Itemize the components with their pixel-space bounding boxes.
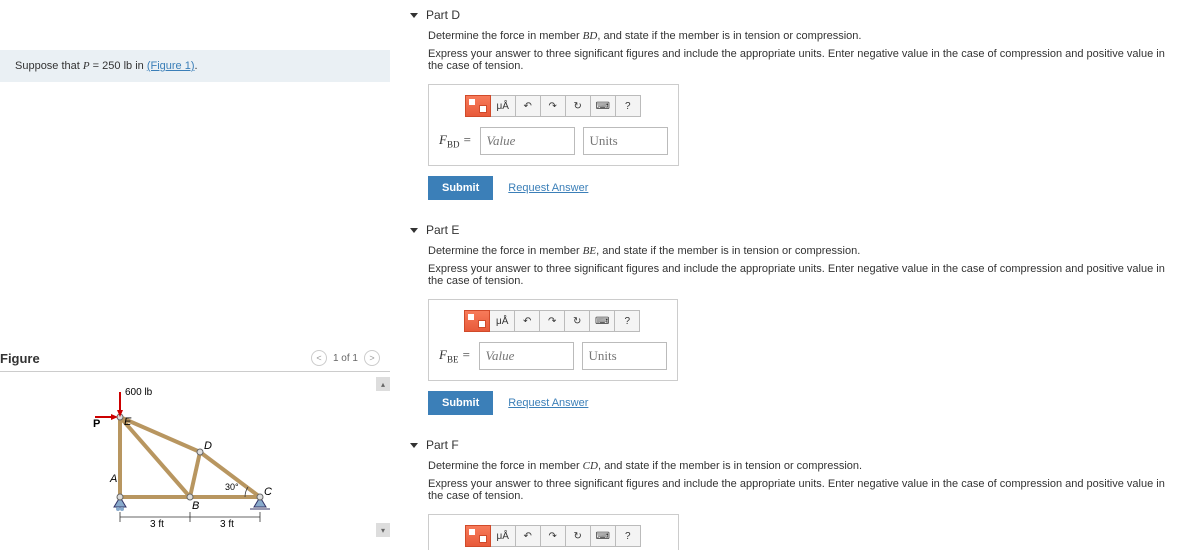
part-block: Part E Determine the force in member BE,… [410,215,1180,415]
part-block: Part D Determine the force in member BD,… [410,0,1180,200]
keyboard-button[interactable]: ⌨ [590,525,616,547]
redo-button[interactable]: ↷ [540,525,566,547]
part-title: Part E [426,223,459,237]
answer-box: μÅ ↶ ↷ ↻ ⌨ ? FCD = [428,514,679,550]
caret-down-icon [410,228,418,233]
svg-text:B: B [192,500,199,512]
scroll-up-icon[interactable]: ▴ [376,377,390,391]
figure-link[interactable]: (Figure 1) [147,60,195,72]
value-input[interactable] [480,127,575,155]
figure-nav: < 1 of 1 > [311,350,380,366]
part-header[interactable]: Part D [410,0,1180,30]
figure-title: Figure [0,351,40,366]
problem-statement: Suppose that P = 250 lb in (Figure 1). [0,50,390,82]
submit-button[interactable]: Submit [428,176,493,200]
part-instruction: Express your answer to three significant… [428,48,1180,72]
part-question: Determine the force in member BE, and st… [428,245,1180,257]
keyboard-button[interactable]: ⌨ [590,95,616,117]
figure-viewport: ▴ 3 ft 3 ft [0,377,390,537]
redo-button[interactable]: ↷ [540,95,566,117]
keyboard-button[interactable]: ⌨ [589,310,615,332]
part-title: Part F [426,438,459,452]
svg-text:D: D [204,440,212,452]
help-button[interactable]: ? [615,95,641,117]
svg-text:A: A [109,473,117,485]
submit-button[interactable]: Submit [428,391,493,415]
units-input[interactable] [583,127,668,155]
undo-button[interactable]: ↶ [515,525,541,547]
angle-label: 30° [225,482,239,492]
templates-button[interactable] [464,310,490,332]
caret-down-icon [410,443,418,448]
templates-button[interactable] [465,525,491,547]
problem-equals: = 250 lb in [90,60,147,72]
part-header[interactable]: Part E [410,215,1180,245]
figure-counter: 1 of 1 [333,353,358,364]
variable-label: FBE = [439,347,471,365]
request-answer-link[interactable]: Request Answer [508,182,588,194]
dim-left: 3 ft [150,519,164,527]
value-input[interactable] [479,342,574,370]
load-label: 600 lb [125,387,153,398]
greek-button[interactable]: μÅ [489,310,515,332]
scroll-down-icon[interactable]: ▾ [376,523,390,537]
svg-text:E: E [124,416,132,428]
part-instruction: Express your answer to three significant… [428,478,1180,502]
variable-label: FBD = [439,132,472,150]
figure-prev-button[interactable]: < [311,350,327,366]
part-block: Part F Determine the force in member CD,… [410,430,1180,550]
part-header[interactable]: Part F [410,430,1180,460]
part-question: Determine the force in member BD, and st… [428,30,1180,42]
part-question: Determine the force in member CD, and st… [428,460,1180,472]
undo-button[interactable]: ↶ [515,95,541,117]
caret-down-icon [410,13,418,18]
undo-button[interactable]: ↶ [514,310,540,332]
reset-button[interactable]: ↻ [564,310,590,332]
units-input[interactable] [582,342,667,370]
dim-right: 3 ft [220,519,234,527]
help-button[interactable]: ? [614,310,640,332]
redo-button[interactable]: ↷ [539,310,565,332]
truss-diagram: 3 ft 3 ft [90,377,290,527]
help-button[interactable]: ? [615,525,641,547]
part-instruction: Express your answer to three significant… [428,263,1180,287]
answer-box: μÅ ↶ ↷ ↻ ⌨ ? FBE = [428,299,678,381]
svg-text:C: C [264,486,272,498]
answer-box: μÅ ↶ ↷ ↻ ⌨ ? FBD = [428,84,679,166]
reset-button[interactable]: ↻ [565,95,591,117]
p-label: P [93,418,100,430]
part-title: Part D [426,8,460,22]
problem-variable: P [83,60,90,72]
reset-button[interactable]: ↻ [565,525,591,547]
request-answer-link[interactable]: Request Answer [508,397,588,409]
greek-button[interactable]: μÅ [490,95,516,117]
greek-button[interactable]: μÅ [490,525,516,547]
templates-button[interactable] [465,95,491,117]
figure-next-button[interactable]: > [364,350,380,366]
problem-prefix: Suppose that [15,60,83,72]
